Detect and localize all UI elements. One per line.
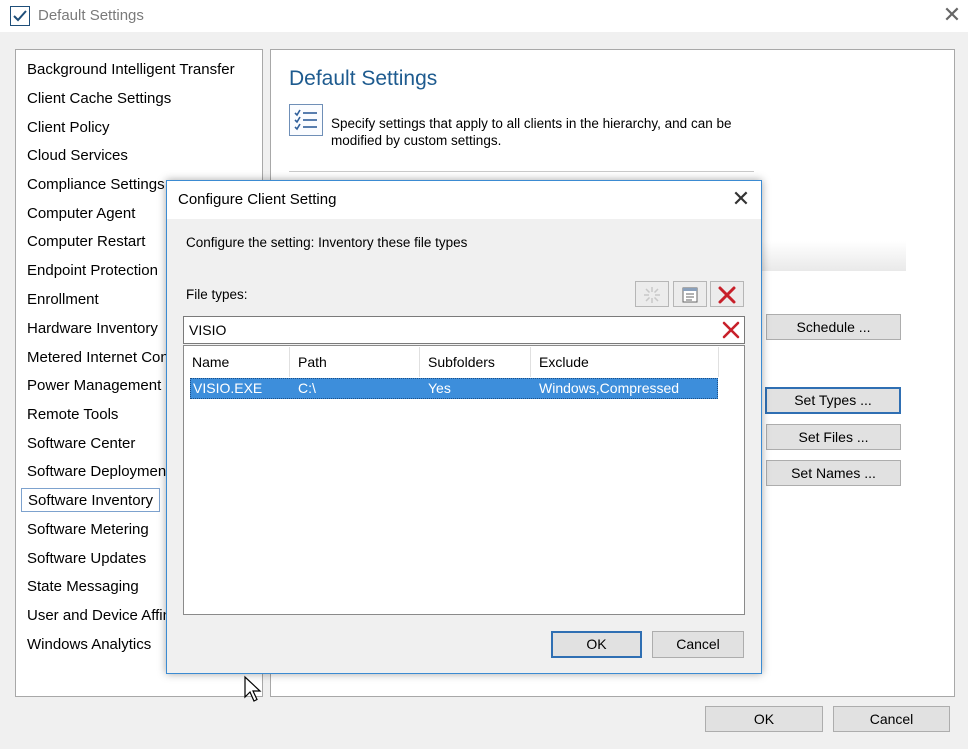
sidebar-item-client-policy[interactable]: Client Policy (21, 116, 116, 140)
sidebar-item-software-deployment[interactable]: Software Deployment (21, 460, 176, 484)
window-title: Default Settings (38, 7, 144, 24)
sidebar-item-remote-tools[interactable]: Remote Tools (21, 403, 124, 427)
sidebar-item-user-and-device-affinity[interactable]: User and Device Affin (21, 604, 177, 628)
sidebar-item-software-inventory[interactable]: Software Inventory (21, 488, 161, 512)
checklist-icon (289, 104, 323, 136)
divider (289, 171, 754, 172)
sidebar-item-background-intelligent-transfer[interactable]: Background Intelligent Transfer (21, 58, 241, 82)
sidebar-item-compliance-settings[interactable]: Compliance Settings (21, 173, 171, 197)
properties-icon[interactable] (673, 281, 707, 307)
sidebar-item-state-messaging[interactable]: State Messaging (21, 575, 145, 599)
filter-input[interactable] (183, 316, 745, 344)
new-starburst-icon[interactable] (635, 281, 669, 307)
set-names-button[interactable]: Set Names ... (766, 460, 901, 486)
sidebar-item-computer-restart[interactable]: Computer Restart (21, 230, 151, 254)
sidebar-item-windows-analytics[interactable]: Windows Analytics (21, 633, 157, 657)
cell-subfolders: Yes (428, 380, 451, 396)
sidebar-item-software-updates[interactable]: Software Updates (21, 547, 152, 571)
checklist-window-icon (10, 6, 30, 26)
dialog-title: Configure Client Setting (178, 191, 337, 208)
page-title: Default Settings (289, 67, 438, 90)
sidebar-item-hardware-inventory[interactable]: Hardware Inventory (21, 317, 164, 341)
cell-exclude: Windows,Compressed (539, 380, 680, 396)
setting-description: Configure the setting: Inventory these f… (186, 235, 468, 250)
section-header-band (760, 241, 906, 271)
mouse-pointer-icon (243, 675, 263, 703)
set-types-button[interactable]: Set Types ... (765, 387, 901, 414)
filter-input-value: VISIO (189, 322, 227, 338)
dialog-ok-button[interactable]: OK (551, 631, 642, 658)
column-header-path[interactable]: Path (290, 347, 420, 377)
delete-icon[interactable] (710, 281, 744, 307)
close-icon[interactable]: ✕ (940, 4, 964, 26)
schedule-button[interactable]: Schedule ... (766, 314, 901, 340)
page-description: Specify settings that apply to all clien… (331, 116, 732, 148)
sidebar-item-endpoint-protection[interactable]: Endpoint Protection (21, 259, 164, 283)
sidebar-item-power-management[interactable]: Power Management (21, 374, 167, 398)
dialog-cancel-button[interactable]: Cancel (652, 631, 744, 658)
sidebar-item-enrollment[interactable]: Enrollment (21, 288, 105, 312)
sidebar-item-software-metering[interactable]: Software Metering (21, 518, 155, 542)
set-files-button[interactable]: Set Files ... (766, 424, 901, 450)
sidebar-item-cloud-services[interactable]: Cloud Services (21, 144, 134, 168)
cell-name: VISIO.EXE (193, 380, 263, 396)
column-header-name[interactable]: Name (184, 347, 290, 377)
dialog-close-icon[interactable]: ✕ (729, 187, 753, 211)
column-header-subfolders[interactable]: Subfolders (420, 347, 531, 377)
file-types-label: File types: (186, 287, 248, 302)
sidebar-item-software-center[interactable]: Software Center (21, 432, 141, 456)
sidebar-item-metered-internet-connections[interactable]: Metered Internet Con (21, 346, 175, 370)
column-header-exclude[interactable]: Exclude (531, 347, 719, 377)
sidebar-item-computer-agent[interactable]: Computer Agent (21, 202, 141, 226)
cell-path: C:\ (298, 380, 316, 396)
sidebar-item-client-cache-settings[interactable]: Client Cache Settings (21, 87, 177, 111)
clear-filter-icon[interactable] (720, 320, 742, 340)
cancel-button[interactable]: Cancel (833, 706, 950, 732)
window-titlebar (0, 0, 968, 32)
ok-button[interactable]: OK (705, 706, 823, 732)
